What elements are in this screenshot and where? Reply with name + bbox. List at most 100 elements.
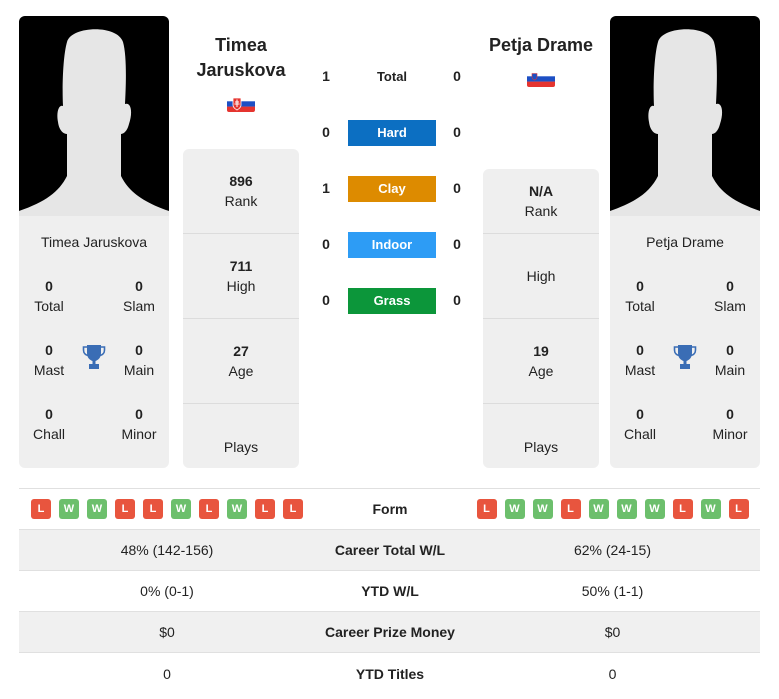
titles-main: 0 Main: [109, 340, 169, 404]
player1-rank: 896 Rank: [183, 149, 299, 234]
surface-total-label: Total: [376, 69, 408, 84]
player1-info-panel: 896 Rank 711 High 27 Age Plays: [183, 149, 299, 468]
h2h-row-clay: 1 Clay 0: [310, 176, 470, 202]
titles-chall-label: Chall: [33, 426, 65, 442]
form-badge-win[interactable]: W: [588, 499, 609, 519]
player2-ytd-wl: 50% (1-1): [581, 583, 644, 599]
player1-career-wl: 48% (142-156): [120, 542, 214, 558]
form-badge-win[interactable]: W: [532, 499, 553, 519]
form-badge-loss[interactable]: L: [672, 499, 693, 519]
player1-age-label: Age: [228, 363, 254, 379]
player1-card-name: Timea Jaruskova: [40, 234, 148, 250]
titles-minor-value: 0: [135, 406, 143, 422]
form-badge-win[interactable]: W: [504, 499, 525, 519]
player1-ytd-wl: 0% (0-1): [140, 583, 194, 599]
ytd-titles-label: YTD Titles: [355, 665, 425, 682]
player1-ytd-titles: 0: [163, 665, 171, 682]
h2h-row-grass: 0 Grass 0: [310, 288, 470, 314]
titles-mast: 0 Mast: [19, 340, 79, 404]
form-badge-loss[interactable]: L: [115, 499, 135, 519]
titles-chall: 0 Chall: [610, 404, 670, 468]
surface-indoor-badge[interactable]: Indoor: [348, 232, 436, 258]
titles-minor: 0 Minor: [109, 404, 169, 468]
player1-card: Timea Jaruskova 0 Total 0 Slam 0 Mast 0 Main…: [19, 16, 169, 468]
form-badge-loss[interactable]: L: [255, 499, 275, 519]
titles-main-label: Main: [123, 362, 155, 378]
player2-age: 19 Age: [483, 319, 599, 404]
titles-minor-label: Minor: [712, 426, 748, 442]
form-badge-loss[interactable]: L: [728, 499, 749, 519]
player2-rank: N/A Rank: [483, 169, 599, 234]
h2h-row-hard: 0 Hard 0: [310, 120, 470, 146]
h2h-indoor-p2: 0: [453, 236, 461, 252]
titles-slam-value: 0: [135, 278, 143, 294]
player2-form: LWWLWWWLWL: [465, 499, 760, 519]
form-badge-loss[interactable]: L: [31, 499, 51, 519]
prize-row: $0 Career Prize Money $0: [19, 612, 760, 653]
player2-ytd-titles: 0: [608, 665, 617, 682]
trophy-icon: [82, 345, 106, 369]
avatar-silhouette-icon: [610, 29, 760, 216]
titles-total: 0 Total: [610, 276, 670, 340]
titles-main: 0 Main: [700, 340, 760, 404]
player2-name-heading[interactable]: Petja Drame: [483, 33, 599, 58]
titles-mast-value: 0: [636, 342, 644, 358]
player1-age: 27 Age: [183, 319, 299, 404]
h2h-indoor-p1: 0: [322, 236, 330, 252]
player2-rank-label: Rank: [524, 203, 558, 219]
form-badge-loss[interactable]: L: [560, 499, 581, 519]
player2-titles: 0 Total 0 Slam 0 Mast 0 Main 0 Chall 0 Minor: [610, 276, 760, 468]
form-badge-loss[interactable]: L: [476, 499, 497, 519]
h2h-row-total: 1 Total 0: [310, 64, 470, 90]
titles-main-value: 0: [135, 342, 143, 358]
surface-hard-badge[interactable]: Hard: [348, 120, 436, 146]
h2h-grass-p1: 0: [322, 292, 330, 308]
career-wl-row: 48% (142-156) Career Total W/L 62% (24-1…: [19, 530, 760, 571]
form-badge-win[interactable]: W: [227, 499, 247, 519]
titles-main-value: 0: [726, 342, 734, 358]
player2-info-panel: N/A Rank High 19 Age Plays: [483, 169, 599, 468]
form-badge-loss[interactable]: L: [143, 499, 163, 519]
player2-age-label: Age: [528, 363, 554, 379]
player1-prize: $0: [159, 624, 175, 640]
surface-grass-badge[interactable]: Grass: [348, 288, 436, 314]
titles-total-value: 0: [636, 278, 644, 294]
player1-age-value: 27: [233, 343, 249, 359]
player1-plays-label: Plays: [223, 438, 259, 455]
avatar-silhouette-icon: [19, 29, 169, 216]
career-wl-label: Career Total W/L: [334, 542, 446, 558]
titles-minor-value: 0: [726, 406, 734, 422]
player2-rank-value: N/A: [528, 183, 554, 199]
form-badge-win[interactable]: W: [644, 499, 665, 519]
player2-card-name: Petja Drame: [646, 234, 724, 250]
player1-rank-value: 896: [229, 173, 253, 189]
player2-plays-label: Plays: [523, 438, 559, 455]
titles-main-label: Main: [714, 362, 746, 378]
form-badge-win[interactable]: W: [87, 499, 107, 519]
player1-titles: 0 Total 0 Slam 0 Mast 0 Main 0 Chall 0 Minor: [19, 276, 169, 468]
titles-total: 0 Total: [19, 276, 79, 340]
player2-plays: Plays: [483, 404, 599, 468]
titles-total-label: Total: [625, 298, 655, 314]
titles-minor: 0 Minor: [700, 404, 760, 468]
form-badge-win[interactable]: W: [171, 499, 191, 519]
form-badge-loss[interactable]: L: [199, 499, 219, 519]
form-badge-loss[interactable]: L: [283, 499, 303, 519]
player1-plays: Plays: [183, 404, 299, 468]
player2-high: High: [483, 234, 599, 319]
player1-high-value: 711: [229, 258, 253, 274]
surface-clay-badge[interactable]: Clay: [348, 176, 436, 202]
form-badge-win[interactable]: W: [59, 499, 79, 519]
titles-slam-label: Slam: [714, 298, 746, 314]
titles-slam: 0 Slam: [700, 276, 760, 340]
player1-name-heading[interactable]: Timea Jaruskova: [183, 33, 299, 83]
titles-mast-label: Mast: [33, 362, 65, 378]
form-badge-win[interactable]: W: [700, 499, 721, 519]
player1-high-label: High: [226, 278, 256, 294]
player1-form: LWWLLWLWLL: [19, 499, 315, 519]
h2h-hard-p2: 0: [453, 124, 461, 140]
form-badge-win[interactable]: W: [616, 499, 637, 519]
h2h-clay-p1: 1: [322, 180, 330, 196]
titles-mast-value: 0: [45, 342, 53, 358]
ytd-wl-row: 0% (0-1) YTD W/L 50% (1-1): [19, 571, 760, 612]
